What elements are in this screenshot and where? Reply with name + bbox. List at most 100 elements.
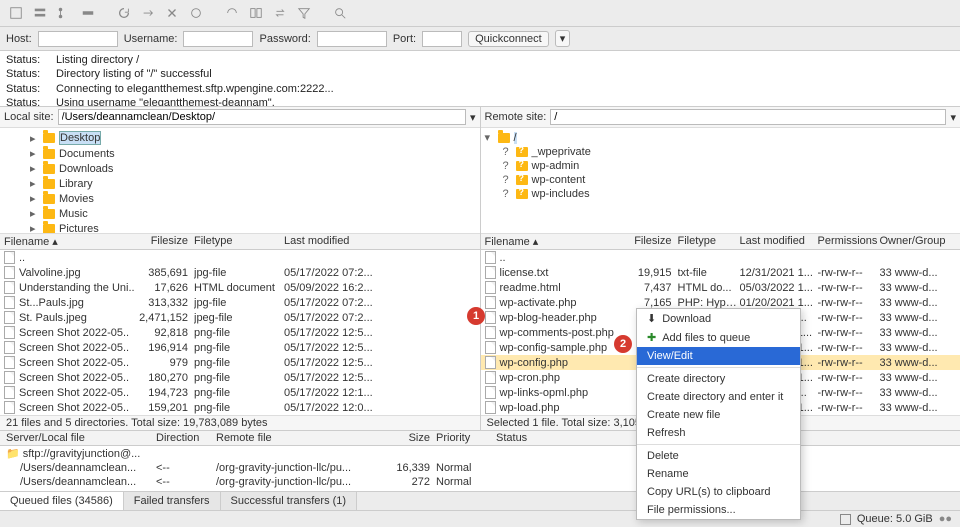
col-priority[interactable]: Priority <box>436 432 496 444</box>
col-filename[interactable]: Filename ▴ <box>485 235 630 248</box>
queue-server-row[interactable]: 📁 sftp://gravityjunction@... <box>0 446 960 461</box>
tree-label: wp-admin <box>532 160 580 172</box>
col-size[interactable]: Size <box>376 432 436 444</box>
tree-node[interactable]: ▸Library <box>4 176 476 191</box>
menu-create-file[interactable]: Create new file <box>637 406 800 424</box>
col-filesize[interactable]: Filesize <box>134 235 194 248</box>
tree-node[interactable]: ▸Music <box>4 206 476 221</box>
file-row[interactable]: Screen Shot 2022-05..92,818png-file05/17… <box>0 325 480 340</box>
menu-refresh[interactable]: Refresh <box>637 424 800 442</box>
menu-file-permissions[interactable]: File permissions... <box>637 501 800 519</box>
tree-node[interactable]: ▸Pictures <box>4 221 476 233</box>
col-lastmodified[interactable]: Last modified <box>740 235 818 248</box>
local-list-header[interactable]: Filename ▴ Filesize Filetype Last modifi… <box>0 233 480 250</box>
tree-node[interactable]: ▸Movies <box>4 191 476 206</box>
col-direction[interactable]: Direction <box>156 432 216 444</box>
username-input[interactable] <box>183 31 253 47</box>
tab-queued[interactable]: Queued files (34586) <box>0 492 124 510</box>
menu-view-edit[interactable]: View/Edit <box>637 347 800 365</box>
tab-failed[interactable]: Failed transfers <box>124 492 221 510</box>
col-permissions[interactable]: Permissions <box>818 235 880 248</box>
message-log[interactable]: Status:Listing directory /Status:Directo… <box>0 51 960 107</box>
host-input[interactable] <box>38 31 118 47</box>
process-queue-icon[interactable] <box>138 3 158 23</box>
status-bar: Queue: 5.0 GiB ●● <box>0 510 960 527</box>
file-row[interactable]: Understanding the Uni..17,626HTML docume… <box>0 280 480 295</box>
tree-node[interactable]: ▸Desktop <box>4 130 476 146</box>
file-row[interactable]: readme.html7,437HTML do...05/03/2022 1..… <box>481 280 960 295</box>
reconnect-icon[interactable] <box>222 3 242 23</box>
chevron-down-icon[interactable]: ▾ <box>470 111 476 124</box>
password-input[interactable] <box>317 31 387 47</box>
file-row[interactable]: Screen Shot 2022-05..196,914png-file05/1… <box>0 340 480 355</box>
toggle-log-icon[interactable] <box>30 3 50 23</box>
remote-list-header[interactable]: Filename ▴ Filesize Filetype Last modifi… <box>481 233 960 250</box>
tree-node[interactable]: ▸Downloads <box>4 161 476 176</box>
file-row[interactable]: St...Pauls.jpg313,332jpg-file05/17/2022 … <box>0 295 480 310</box>
queue-body[interactable]: 📁 sftp://gravityjunction@.../Users/deann… <box>0 446 960 491</box>
menu-copy-url[interactable]: Copy URL(s) to clipboard <box>637 483 800 501</box>
folder-icon <box>498 133 510 143</box>
tree-node[interactable]: ▸Documents <box>4 146 476 161</box>
file-row[interactable]: Screen Shot 2022-05..194,723png-file05/1… <box>0 385 480 400</box>
search-icon[interactable] <box>330 3 350 23</box>
compare-icon[interactable] <box>246 3 266 23</box>
file-owner: 33 www-d... <box>880 282 957 294</box>
quickconnect-button[interactable]: Quickconnect <box>468 31 549 47</box>
menu-create-dir-enter[interactable]: Create directory and enter it <box>637 388 800 406</box>
queue-row[interactable]: /Users/deannamclean...<--/org-gravity-ju… <box>0 475 960 489</box>
file-row[interactable]: St. Pauls.jpeg2,471,152jpeg-file05/17/20… <box>0 310 480 325</box>
refresh-icon[interactable] <box>114 3 134 23</box>
disconnect-icon[interactable] <box>186 3 206 23</box>
remote-tree[interactable]: ▾/?_wpeprivate?wp-admin?wp-content?wp-in… <box>481 128 960 233</box>
tree-node[interactable]: ▾/ <box>485 130 957 145</box>
tree-node[interactable]: ?wp-admin <box>485 159 957 173</box>
port-input[interactable] <box>422 31 462 47</box>
queue-row[interactable]: /Users/deannamclean...<--/org-gravity-ju… <box>0 489 960 491</box>
col-server-local[interactable]: Server/Local file <box>6 432 156 444</box>
col-ownergroup[interactable]: Owner/Group <box>880 235 957 248</box>
tree-node[interactable]: ?_wpeprivate <box>485 145 957 159</box>
menu-rename[interactable]: Rename <box>637 465 800 483</box>
col-filetype[interactable]: Filetype <box>678 235 740 248</box>
tree-node[interactable]: ?wp-includes <box>485 187 957 201</box>
file-row[interactable]: .. <box>481 250 960 265</box>
tab-success[interactable]: Successful transfers (1) <box>221 492 358 510</box>
file-row[interactable]: Screen Shot 2022-05..979png-file05/17/20… <box>0 355 480 370</box>
col-lastmodified[interactable]: Last modified <box>284 235 476 248</box>
file-row[interactable]: .. <box>0 250 480 265</box>
download-icon: ⬇ <box>647 312 656 325</box>
file-row[interactable]: Screen Shot 2022-05..180,270png-file05/1… <box>0 370 480 385</box>
quickconnect-dropdown[interactable]: ▾ <box>555 30 571 47</box>
file-name: Screen Shot 2022-05.. <box>19 372 129 384</box>
local-site-input[interactable] <box>58 109 466 125</box>
sync-browse-icon[interactable] <box>270 3 290 23</box>
cancel-icon[interactable] <box>162 3 182 23</box>
menu-delete[interactable]: Delete <box>637 447 800 465</box>
toggle-queue-icon[interactable] <box>78 3 98 23</box>
file-size: 196,914 <box>134 342 194 354</box>
queue-row[interactable]: /Users/deannamclean...<--/org-gravity-ju… <box>0 461 960 475</box>
file-modified: 05/17/2022 12:5... <box>284 342 476 354</box>
col-filename[interactable]: Filename ▴ <box>4 235 134 248</box>
col-filetype[interactable]: Filetype <box>194 235 284 248</box>
menu-add-to-queue[interactable]: ✚Add files to queue <box>637 328 800 347</box>
chevron-down-icon[interactable]: ▾ <box>950 111 956 124</box>
menu-create-dir[interactable]: Create directory <box>637 370 800 388</box>
file-type: png-file <box>194 372 284 384</box>
remote-site-input[interactable] <box>550 109 946 125</box>
col-filesize[interactable]: Filesize <box>630 235 678 248</box>
queue-header[interactable]: Server/Local file Direction Remote file … <box>0 431 960 446</box>
file-row[interactable]: Valvoline.jpg385,691jpg-file05/17/2022 0… <box>0 265 480 280</box>
local-file-list[interactable]: ..Valvoline.jpg385,691jpg-file05/17/2022… <box>0 250 480 415</box>
menu-download[interactable]: ⬇Download <box>637 309 800 328</box>
file-name: Valvoline.jpg <box>19 267 81 279</box>
tree-node[interactable]: ?wp-content <box>485 173 957 187</box>
toggle-tree-icon[interactable] <box>54 3 74 23</box>
sitemanager-icon[interactable] <box>6 3 26 23</box>
file-row[interactable]: license.txt19,915txt-file12/31/2021 1...… <box>481 265 960 280</box>
local-tree[interactable]: ▸Desktop▸Documents▸Downloads▸Library▸Mov… <box>0 128 480 233</box>
file-row[interactable]: Screen Shot 2022-05..159,201png-file05/1… <box>0 400 480 415</box>
col-remote-file[interactable]: Remote file <box>216 432 376 444</box>
filter-icon[interactable] <box>294 3 314 23</box>
